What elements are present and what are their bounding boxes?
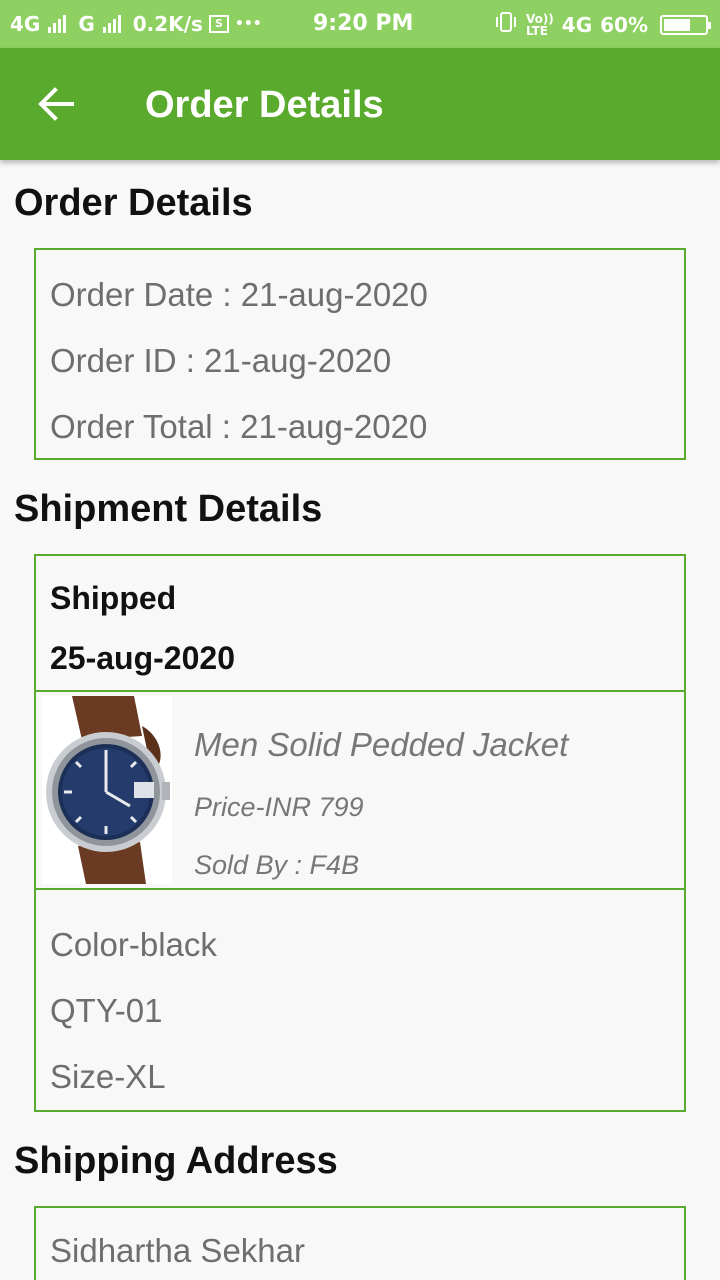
- page-title: Order Details: [145, 84, 384, 126]
- order-total: Order Total : 21-aug-2020: [50, 408, 428, 445]
- product-size: Size-XL: [50, 1058, 166, 1095]
- shipment-date: 25-aug-2020: [50, 640, 235, 676]
- status-left-group: 4G G 0.2K/s S •••: [10, 12, 262, 36]
- product-seller: Sold By : F4B: [194, 850, 360, 880]
- app-bar: Order Details: [0, 48, 720, 160]
- clock: 9:20 PM: [313, 11, 414, 36]
- shipment-status: Shipped: [50, 580, 177, 616]
- order-details-card: Order Date : 21-aug-2020 Order ID : 21-a…: [34, 248, 686, 460]
- shipment-details-heading: Shipment Details: [14, 488, 323, 530]
- signal-strength-icon-2: [102, 15, 121, 33]
- order-date: Order Date : 21-aug-2020: [50, 276, 428, 313]
- divider: [36, 888, 684, 890]
- screenshot-icon: S: [208, 15, 229, 33]
- order-id: Order ID : 21-aug-2020: [50, 342, 392, 379]
- product-quantity: QTY-01: [50, 992, 163, 1029]
- network-type-3: 4G: [561, 12, 593, 37]
- order-details-heading: Order Details: [14, 182, 253, 224]
- product-name[interactable]: Men Solid Pedded Jacket: [194, 726, 568, 764]
- back-button[interactable]: [30, 78, 82, 130]
- shipping-address-heading: Shipping Address: [14, 1140, 338, 1182]
- signal-strength-icon: [48, 15, 67, 33]
- battery-icon: [660, 14, 711, 35]
- product-color: Color-black: [50, 926, 217, 963]
- shipment-details-card: Shipped 25-aug-2020 Men Solid Pedded Jac…: [34, 554, 686, 1112]
- status-right-group: Vo)) LTE 4G 60%: [494, 11, 711, 38]
- status-bar: 4G G 0.2K/s S ••• 9:20 PM Vo)) LTE 4G 60…: [0, 0, 720, 48]
- shipping-address-card: Sidhartha Sekhar: [34, 1206, 686, 1280]
- data-speed: 0.2K/s: [132, 12, 203, 36]
- battery-percentage: 60%: [600, 12, 648, 37]
- product-row[interactable]: Men Solid Pedded Jacket Price-INR 799 So…: [36, 692, 684, 888]
- network-type-1: 4G: [10, 12, 41, 36]
- volte-indicator: Vo)) LTE: [525, 11, 554, 38]
- product-price: Price-INR 799: [194, 792, 364, 822]
- more-notifications-icon: •••: [234, 16, 262, 32]
- arrow-left-icon: [38, 87, 74, 121]
- recipient-name: Sidhartha Sekhar: [50, 1232, 305, 1269]
- vibrate-icon: [494, 11, 518, 38]
- wristwatch-product-image: [42, 696, 172, 884]
- network-type-2: G: [78, 12, 95, 36]
